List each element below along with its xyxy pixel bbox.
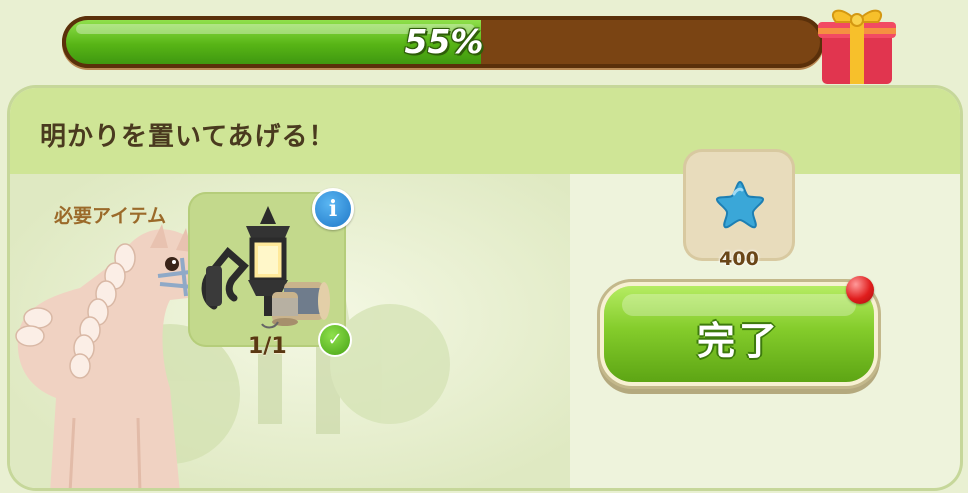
reward-amount: 400 — [719, 248, 759, 270]
progress-label: 55% — [404, 22, 484, 61]
required-items-label: 必要アイテム — [54, 205, 167, 227]
info-icon[interactable]: i — [312, 188, 354, 230]
star-icon — [716, 180, 764, 229]
item-count: 1/1 — [248, 334, 287, 359]
notification-dot — [846, 276, 874, 304]
gift-icon[interactable] — [812, 0, 902, 90]
panel-title: 明かりを置いてあげる！ — [40, 122, 336, 152]
check-icon: ✓ — [318, 323, 352, 357]
complete-button[interactable]: 完了 — [604, 286, 874, 382]
complete-button-label: 完了 — [696, 319, 781, 363]
